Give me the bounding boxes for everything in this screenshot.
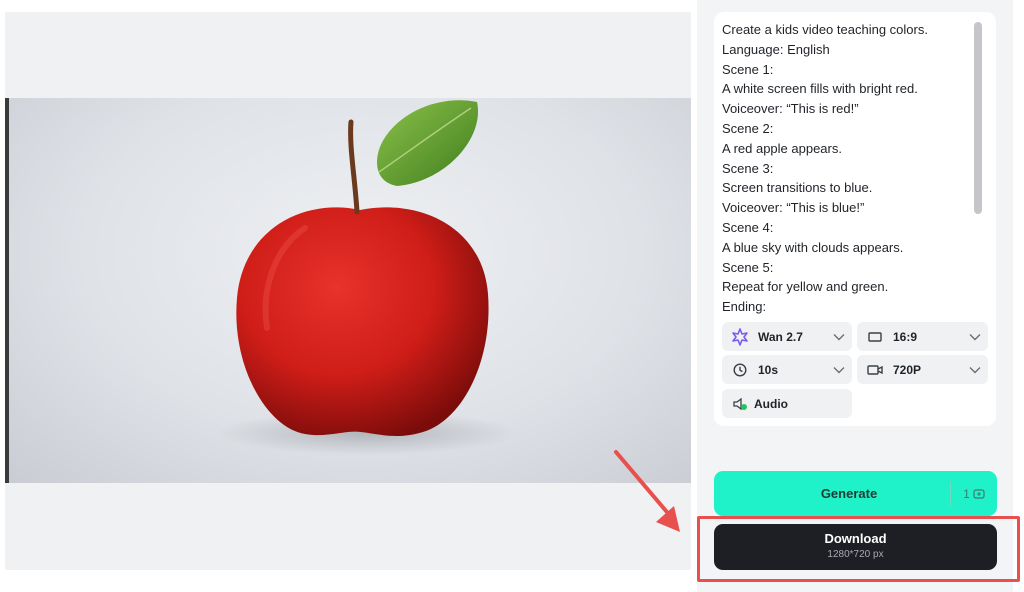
- video-preview[interactable]: [5, 98, 691, 483]
- resolution-value: 720P: [893, 362, 922, 377]
- model-value: Wan 2.7: [758, 329, 803, 344]
- prompt-line: Voiceover: “This is blue!”: [722, 200, 865, 216]
- prompt-line: Voiceover: “This is red!”: [722, 101, 859, 117]
- prompt-line: A blue sky with clouds appears.: [722, 239, 904, 255]
- generate-label: Generate: [820, 486, 878, 501]
- audio-icon: [722, 397, 754, 411]
- aspect-ratio-icon: [857, 331, 889, 342]
- prompt-line: Scene 4:: [722, 219, 774, 235]
- control-panel: Create a kids video teaching colors. Lan…: [697, 0, 1013, 592]
- prompt-textarea[interactable]: Create a kids video teaching colors. Lan…: [722, 20, 972, 320]
- prompt-line: Screen transitions to blue.: [722, 180, 873, 196]
- clock-icon: [722, 362, 754, 377]
- chevron-down-icon: [962, 366, 988, 374]
- prompt-scrollbar[interactable]: [974, 22, 982, 318]
- prompt-line: A white screen fills with bright red.: [722, 81, 918, 97]
- duration-value: 10s: [758, 362, 779, 377]
- prompt-line: Language: English: [722, 41, 830, 57]
- prompt-line: Repeat for yellow and green.: [722, 279, 889, 295]
- aspect-ratio-select[interactable]: 16:9: [857, 322, 988, 351]
- scrollbar-thumb[interactable]: [974, 22, 982, 214]
- duration-select[interactable]: 10s: [722, 355, 852, 384]
- prompt-card: Create a kids video teaching colors. Lan…: [714, 12, 996, 426]
- credit-cost: 1: [951, 487, 997, 501]
- prompt-line: Scene 1:: [722, 61, 774, 77]
- download-label: Download: [824, 531, 887, 546]
- prompt-line: Scene 2:: [722, 120, 774, 136]
- model-select[interactable]: Wan 2.7: [722, 322, 852, 351]
- resolution-select[interactable]: 720P: [857, 355, 988, 384]
- prompt-line: Scene 3:: [722, 160, 774, 176]
- aspect-ratio-value: 16:9: [893, 329, 918, 344]
- prompt-line: A red apple appears.: [722, 140, 842, 156]
- model-logo-icon: [722, 327, 754, 346]
- generate-button[interactable]: Generate 1: [714, 471, 997, 516]
- annotation-arrow-icon: [614, 450, 680, 532]
- download-button[interactable]: Download 1280*720 px: [714, 524, 997, 570]
- audio-label: Audio: [754, 396, 788, 411]
- chevron-down-icon: [826, 366, 852, 374]
- preview-panel: [5, 12, 691, 570]
- prompt-line: Scene 5:: [722, 259, 774, 275]
- apple-image: [217, 100, 517, 455]
- download-resolution: 1280*720 px: [827, 549, 884, 560]
- video-camera-icon: [857, 364, 889, 376]
- chevron-down-icon: [962, 333, 988, 341]
- audio-toggle[interactable]: Audio: [722, 389, 852, 418]
- credit-icon: [973, 488, 985, 499]
- credit-cost-value: 1: [963, 486, 970, 501]
- prompt-line: Ending:: [722, 299, 767, 315]
- prompt-line: Create a kids video teaching colors.: [722, 22, 928, 37]
- chevron-down-icon: [826, 333, 852, 341]
